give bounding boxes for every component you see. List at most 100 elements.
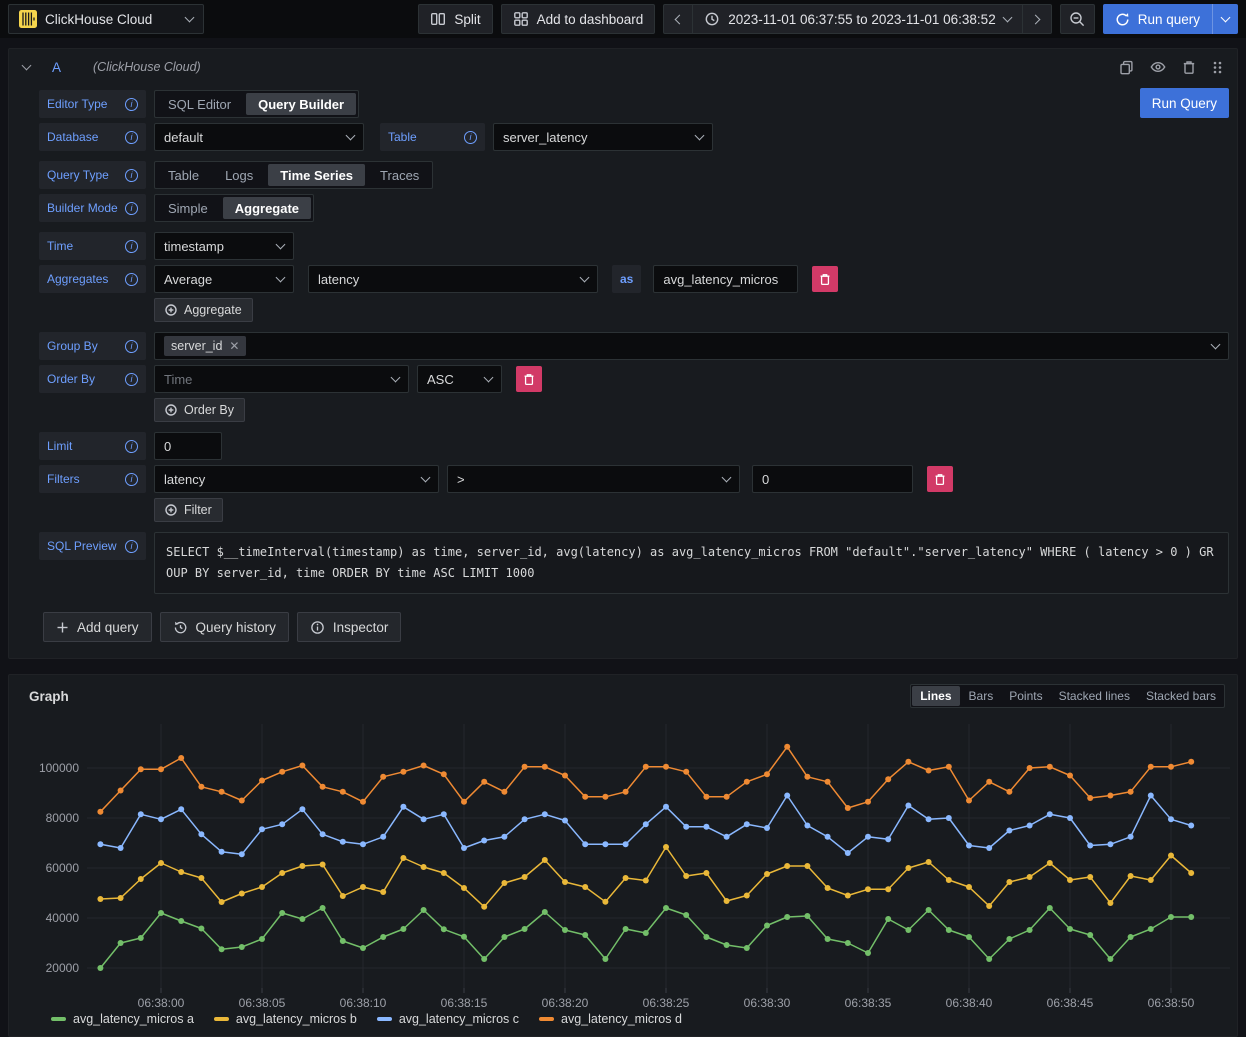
aggregate-alias-value: avg_latency_micros: [663, 272, 778, 287]
add-query-button[interactable]: Add query: [43, 612, 152, 642]
legend-label: avg_latency_micros d: [561, 1012, 682, 1026]
query-history-button[interactable]: Query history: [160, 612, 289, 642]
group-by-chip[interactable]: server_id ✕: [164, 336, 246, 356]
sql-preview-text[interactable]: SELECT $__timeInterval(timestamp) as tim…: [154, 532, 1229, 594]
remove-aggregate-button[interactable]: [812, 266, 838, 292]
aggregate-column-select[interactable]: latency: [308, 265, 598, 293]
svg-text:20000: 20000: [46, 961, 80, 975]
drag-handle-icon[interactable]: [1212, 60, 1223, 75]
duplicate-query-icon[interactable]: [1119, 60, 1134, 75]
time-range-picker[interactable]: 2023-11-01 06:37:55 to 2023-11-01 06:38:…: [693, 4, 1022, 34]
legend-item[interactable]: avg_latency_micros c: [377, 1012, 519, 1026]
remove-order-by-button[interactable]: [516, 366, 542, 392]
order-direction-select[interactable]: ASC: [417, 365, 502, 393]
clickhouse-logo-icon: [19, 10, 37, 28]
datasource-picker[interactable]: ClickHouse Cloud: [8, 4, 204, 34]
chevron-down-icon: [185, 13, 195, 23]
time-column-value: timestamp: [164, 239, 224, 254]
chevron-down-icon: [276, 240, 286, 250]
time-forward-button[interactable]: [1023, 4, 1052, 34]
aggregates-label: Aggregates: [39, 265, 146, 293]
view-mode-option-lines[interactable]: Lines: [912, 686, 959, 706]
view-mode-option-stacked-bars[interactable]: Stacked bars: [1138, 686, 1224, 706]
timeseries-chart[interactable]: 2000040000600008000010000006:38:0006:38:…: [9, 710, 1237, 1012]
aggregate-column-value: latency: [318, 272, 359, 287]
filters-label: Filters: [39, 465, 146, 493]
panel-run-query-button[interactable]: Run Query: [1140, 88, 1229, 118]
time-label: Time: [39, 232, 146, 260]
query-type-option-time-series[interactable]: Time Series: [268, 164, 365, 186]
chevron-down-icon: [346, 131, 356, 141]
time-range-text: 2023-11-01 06:37:55 to 2023-11-01 06:38:…: [728, 12, 995, 27]
inspector-button[interactable]: Inspector: [297, 612, 402, 642]
aggregate-alias-input[interactable]: avg_latency_micros: [653, 265, 798, 293]
legend-swatch: [539, 1017, 554, 1021]
view-mode-option-bars[interactable]: Bars: [961, 686, 1002, 706]
view-mode-option-stacked-lines[interactable]: Stacked lines: [1051, 686, 1138, 706]
time-column-select[interactable]: timestamp: [154, 232, 294, 260]
chevron-down-icon: [1002, 13, 1012, 23]
split-button[interactable]: Split: [418, 4, 492, 34]
panel-run-query-label: Run Query: [1152, 96, 1217, 111]
split-label: Split: [454, 12, 480, 27]
filter-column-select[interactable]: latency: [154, 465, 439, 493]
filter-value-input[interactable]: 0: [752, 465, 913, 493]
remove-filter-button[interactable]: [927, 466, 953, 492]
query-type-option-table[interactable]: Table: [155, 164, 212, 186]
limit-input[interactable]: 0: [154, 432, 222, 460]
run-query-dropdown[interactable]: [1212, 4, 1238, 34]
group-by-chip-value: server_id: [171, 339, 222, 353]
time-back-button[interactable]: [663, 4, 693, 34]
group-by-multiselect[interactable]: server_id ✕: [154, 332, 1229, 360]
editor-type-option-sql-editor[interactable]: SQL Editor: [155, 93, 244, 115]
database-select[interactable]: default: [154, 123, 364, 151]
builder-mode-option-simple[interactable]: Simple: [155, 197, 221, 219]
query-editor-panel: A (ClickHouse Cloud): [8, 48, 1238, 659]
order-by-placeholder: Time: [164, 372, 192, 387]
info-icon: [125, 202, 138, 215]
hide-response-eye-icon[interactable]: [1150, 60, 1166, 74]
add-order-by-button[interactable]: Order By: [154, 398, 245, 422]
collapse-chevron-icon: [22, 61, 32, 71]
add-filter-button[interactable]: Filter: [154, 498, 223, 522]
legend-item[interactable]: avg_latency_micros a: [51, 1012, 194, 1026]
database-label: Database: [39, 123, 146, 151]
run-query-button[interactable]: Run query: [1103, 4, 1212, 34]
legend-swatch: [51, 1017, 66, 1021]
zoom-out-button[interactable]: [1060, 4, 1095, 34]
builder-mode-option-aggregate[interactable]: Aggregate: [223, 197, 311, 219]
remove-chip-icon[interactable]: ✕: [229, 339, 239, 353]
aggregate-function-select[interactable]: Average: [154, 265, 294, 293]
graph-panel-title: Graph: [21, 689, 69, 704]
plus-icon: [56, 621, 69, 634]
add-aggregate-button[interactable]: Aggregate: [154, 298, 253, 322]
sync-icon: [1115, 12, 1130, 27]
legend-item[interactable]: avg_latency_micros b: [214, 1012, 357, 1026]
remove-query-trash-icon[interactable]: [1182, 60, 1196, 75]
database-value: default: [164, 130, 203, 145]
editor-type-option-query-builder[interactable]: Query Builder: [246, 93, 356, 115]
filter-operator-select[interactable]: >: [447, 465, 740, 493]
chevron-down-icon: [421, 473, 431, 483]
info-icon: [125, 473, 138, 486]
editor-type-label: Editor Type: [39, 90, 146, 118]
order-by-select[interactable]: Time: [154, 365, 409, 393]
builder-mode-label: Builder Mode: [39, 194, 146, 222]
query-row-header[interactable]: A (ClickHouse Cloud): [9, 49, 1237, 85]
add-to-dashboard-button[interactable]: Add to dashboard: [501, 4, 656, 34]
chevron-down-icon: [695, 131, 705, 141]
legend-label: avg_latency_micros b: [236, 1012, 357, 1026]
table-select[interactable]: server_latency: [493, 123, 713, 151]
add-to-dashboard-label: Add to dashboard: [537, 12, 644, 27]
chevron-down-icon: [484, 373, 494, 383]
info-icon: [125, 240, 138, 253]
legend-item[interactable]: avg_latency_micros d: [539, 1012, 682, 1026]
chevron-down-icon: [276, 273, 286, 283]
query-type-option-traces[interactable]: Traces: [367, 164, 432, 186]
as-keyword-label: as: [612, 265, 641, 293]
query-type-option-logs[interactable]: Logs: [212, 164, 266, 186]
clock-icon: [704, 11, 720, 27]
circle-plus-icon: [165, 504, 177, 516]
run-query-split-button: Run query: [1103, 4, 1238, 34]
view-mode-option-points[interactable]: Points: [1001, 686, 1050, 706]
